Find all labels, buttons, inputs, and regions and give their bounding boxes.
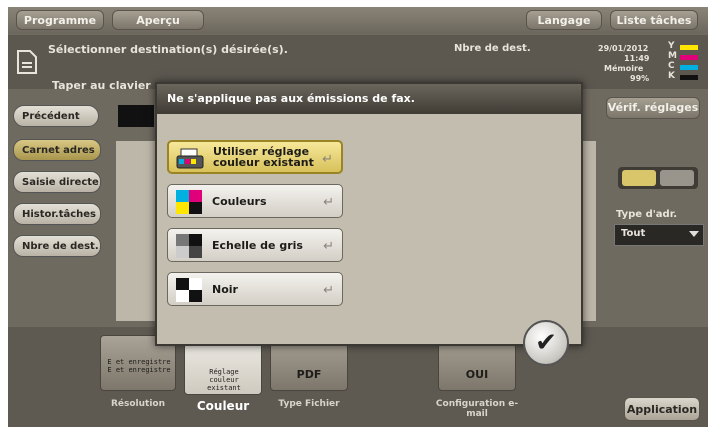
chevron-down-icon [689,231,699,237]
dialog-title: Ne s'applique pas aux émissions de fax. [157,84,581,114]
option-label: Echelle de gris [212,238,303,252]
copier-screen: Programme Aperçu document Langage Liste … [8,7,708,427]
printer-icon [176,148,204,169]
view-toggle[interactable] [618,167,698,189]
option-label: Noir [212,282,238,296]
return-icon: ↵ [323,283,334,298]
couleur-label: Couleur [196,399,250,413]
option-couleurs[interactable]: Couleurs ↵ [167,184,343,218]
resolution-label: Résolution [110,399,166,409]
checkmark-icon: ✔ [535,328,557,358]
input-field[interactable] [118,105,154,127]
type-adr-select[interactable]: Tout [614,224,704,246]
grid-view-icon[interactable] [622,170,656,186]
sidebar-item-nbre-dest[interactable]: Nbre de dest. [13,235,101,257]
option-utiliser-reglage[interactable]: Utiliser réglage couleur existant ↵ [167,140,343,174]
resolution-icon-text: E et enregistre E et enregistre [107,358,171,374]
return-icon: ↵ [323,195,334,210]
list-view-icon[interactable] [660,170,694,186]
nbre-dest-label: Nbre de dest. [454,43,531,54]
langage-tab[interactable]: Langage [526,10,602,30]
option-echelle-gris[interactable]: Echelle de gris ↵ [167,228,343,262]
couleur-icon-text: Réglage couleur existant [207,368,241,392]
config-email-value: OUI [465,368,489,381]
application-button[interactable]: Application [624,397,700,421]
type-adr-label: Type d'adr. [616,209,678,220]
return-icon: ↵ [322,152,333,167]
color-mode-dialog: Ne s'applique pas aux émissions de fax. … [155,82,583,346]
liste-taches-tab[interactable]: Liste tâches [610,10,698,30]
toner-indicator: Y M C K [668,41,702,85]
status-area: Sélectionner destination(s) désirée(s). … [8,35,708,92]
config-email-label: Configuration e-mail [435,399,519,419]
type-fichier-label: Type Fichier [278,399,340,409]
memoire-value: 99% [630,74,650,83]
document-icon [17,50,37,74]
cmyk-color-icon [176,190,202,214]
taper-clavier-text[interactable]: Taper au clavier [52,79,151,92]
top-bar: Programme Aperçu document Langage Liste … [8,7,708,47]
type-fichier-value: PDF [296,368,322,381]
ok-check-button[interactable]: ✔ [523,320,569,366]
sidebar-item-saisie-directe[interactable]: Saisie directe [13,171,101,193]
sidebar-item-carnet-adres[interactable]: Carnet adres [13,139,101,161]
grayscale-icon [176,234,202,258]
programme-tab[interactable]: Programme [16,10,104,30]
black-white-icon [176,278,202,302]
option-noir[interactable]: Noir ↵ [167,272,343,306]
option-label: Couleurs [212,194,267,208]
verif-reglages-button[interactable]: Vérif. réglages [606,97,700,119]
sidebar-item-histor-taches[interactable]: Histor.tâches [13,203,101,225]
select-destination-text: Sélectionner destination(s) désirée(s). [48,43,288,56]
return-icon: ↵ [323,239,334,254]
precedent-button[interactable]: Précédent [13,105,99,127]
apercu-document-tab[interactable]: Aperçu document [112,10,204,47]
